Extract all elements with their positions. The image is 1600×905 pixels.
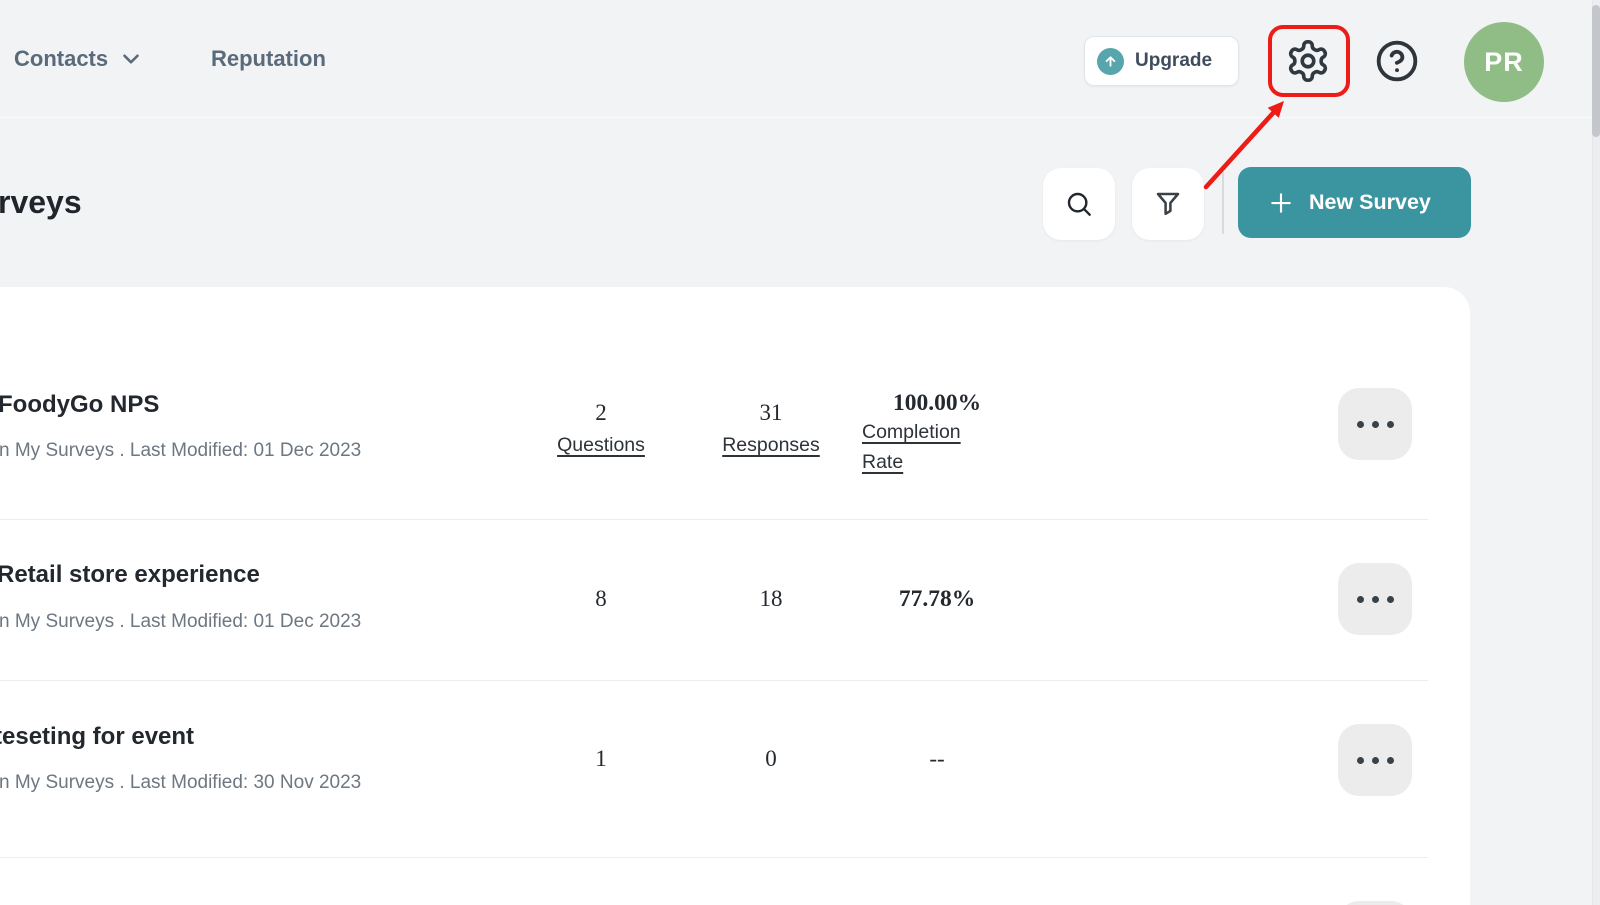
chevron-down-icon [118, 46, 144, 72]
responses-value: 0 [681, 746, 861, 772]
row-divider [0, 519, 1428, 520]
row-menu-button[interactable] [1338, 388, 1412, 460]
nav-contacts-label: Contacts [14, 46, 108, 72]
new-survey-button[interactable]: New Survey [1238, 167, 1471, 238]
nav-reputation-label: Reputation [211, 46, 326, 72]
page-title: rveys [0, 184, 82, 221]
questions-value: 1 [511, 746, 691, 772]
completion-value: 77.78% [862, 586, 1012, 613]
search-button[interactable] [1043, 168, 1115, 240]
questions-value: 2 [511, 400, 691, 426]
upgrade-label: Upgrade [1135, 50, 1212, 72]
survey-title[interactable]: teseting for event [0, 723, 194, 751]
plus-icon [1266, 188, 1296, 218]
completion-value: 100.00% [862, 390, 1012, 417]
row-divider [0, 680, 1428, 681]
questions-value: 8 [511, 586, 691, 612]
responses-link[interactable]: Responses [681, 434, 861, 457]
responses-value: 31 [681, 400, 861, 426]
survey-meta: n My Surveys . Last Modified: 01 Dec 202… [0, 440, 361, 462]
survey-title[interactable]: Retail store experience [0, 561, 260, 589]
scrollbar-thumb[interactable] [1592, 5, 1600, 137]
survey-meta: n My Surveys . Last Modified: 01 Dec 202… [0, 611, 361, 633]
nav-item-reputation[interactable]: Reputation [211, 46, 326, 72]
filter-button[interactable] [1132, 168, 1204, 240]
completion-link[interactable]: Completion [862, 421, 961, 444]
annotation-highlight-box [1268, 25, 1350, 97]
ellipsis-icon [1357, 596, 1364, 603]
app-window: Contacts Reputation Upgrade PR [0, 0, 1600, 905]
avatar-initials: PR [1484, 47, 1524, 78]
row-divider [0, 857, 1428, 858]
arrow-up-circle-icon [1097, 48, 1124, 75]
help-button[interactable] [1375, 39, 1419, 83]
upgrade-button[interactable]: Upgrade [1084, 36, 1239, 86]
help-icon [1375, 39, 1419, 83]
questions-link[interactable]: Questions [511, 434, 691, 457]
header-divider [0, 117, 1592, 118]
ellipsis-icon [1357, 757, 1364, 764]
nav-item-contacts[interactable]: Contacts [14, 46, 144, 72]
avatar[interactable]: PR [1464, 22, 1544, 102]
completion-link-line2[interactable]: Rate [862, 451, 903, 474]
new-survey-label: New Survey [1309, 190, 1431, 215]
toolbar-divider [1222, 172, 1224, 234]
responses-value: 18 [681, 586, 861, 612]
completion-value: -- [862, 746, 1012, 772]
row-menu-button[interactable] [1338, 724, 1412, 796]
filter-icon [1152, 188, 1184, 220]
survey-meta: n My Surveys . Last Modified: 30 Nov 202… [0, 772, 361, 794]
survey-title[interactable]: FoodyGo NPS [0, 391, 159, 419]
search-icon [1063, 188, 1095, 220]
row-menu-button[interactable] [1338, 563, 1412, 635]
ellipsis-icon [1357, 421, 1364, 428]
